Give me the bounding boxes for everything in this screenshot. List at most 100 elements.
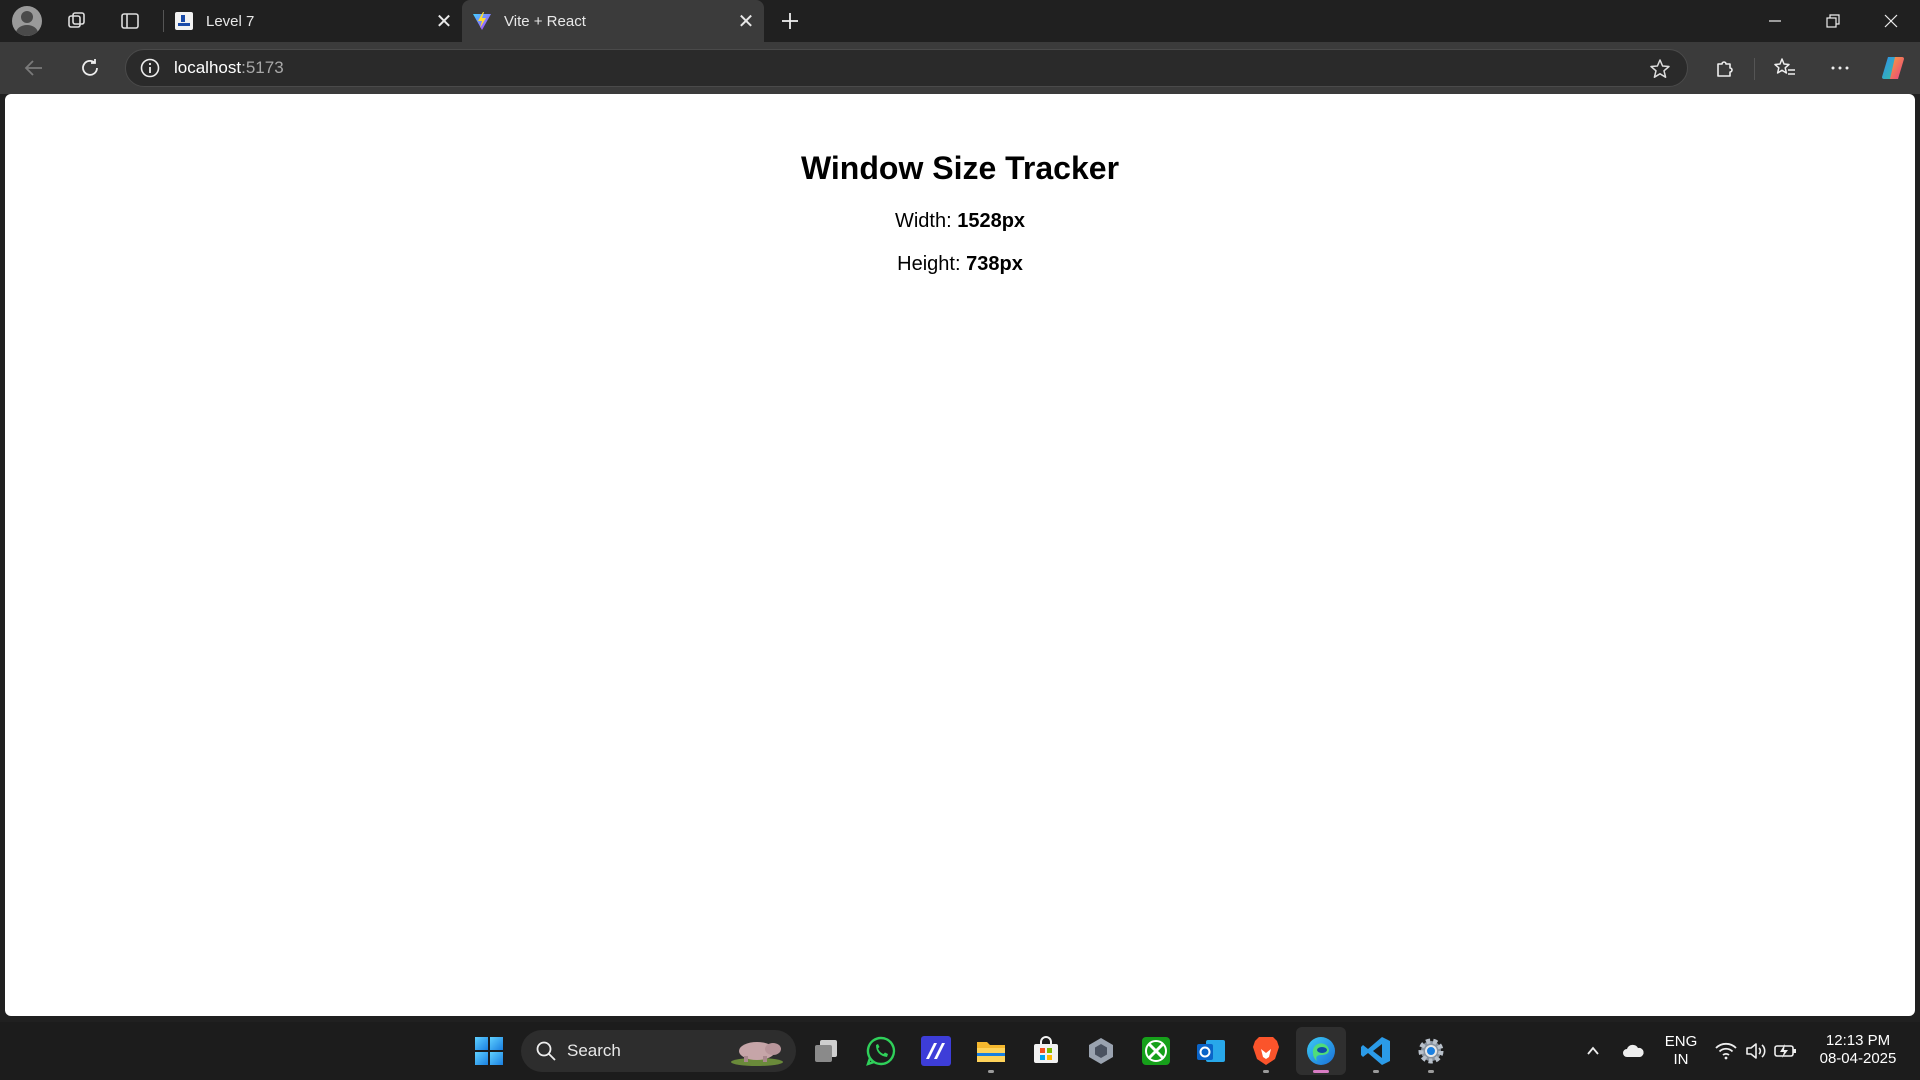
width-label: Width: <box>894 210 952 232</box>
back-arrow-icon <box>24 60 42 76</box>
wifi-icon <box>1715 1042 1737 1060</box>
new-tab-button[interactable] <box>770 0 810 42</box>
start-button[interactable] <box>464 1027 514 1075</box>
taskbar-file-explorer[interactable] <box>966 1027 1016 1075</box>
tab-strip: Level 7 ✕ Vite + React ✕ <box>0 0 1920 42</box>
more-options-button[interactable] <box>1820 50 1860 86</box>
restore-button[interactable] <box>1804 0 1862 42</box>
tab-vite-react[interactable]: Vite + React ✕ <box>462 0 764 42</box>
copilot-button[interactable] <box>1873 50 1913 86</box>
restore-icon <box>1826 14 1840 28</box>
windows-start-icon <box>475 1037 503 1065</box>
clock-date: 08-04-2025 <box>1819 1050 1897 1067</box>
more-dots-icon <box>1831 66 1849 70</box>
document-favicon-icon <box>175 12 193 30</box>
favorite-star-button[interactable] <box>1643 52 1677 86</box>
copilot-icon <box>1882 57 1904 79</box>
running-indicator <box>1263 1070 1269 1073</box>
cloud-icon <box>1623 1044 1644 1057</box>
tab-title: Vite + React <box>504 12 586 30</box>
taskbar-xbox[interactable] <box>1131 1027 1181 1075</box>
avatar-icon <box>12 6 42 36</box>
url-host: localhost <box>174 58 242 77</box>
running-indicator <box>988 1070 994 1073</box>
toolbar-separator <box>1754 58 1755 80</box>
taskbar-search-box[interactable]: Search <box>521 1030 796 1072</box>
minimize-icon <box>1769 20 1781 22</box>
region-code: IN <box>1673 1051 1689 1068</box>
taskbar-brave[interactable] <box>1241 1027 1291 1075</box>
active-indicator <box>1313 1070 1329 1073</box>
url-port: :5173 <box>241 58 284 77</box>
height-value: 738px <box>966 253 1023 275</box>
edge-icon <box>1307 1037 1335 1065</box>
favorites-button[interactable] <box>1765 50 1805 86</box>
network-button[interactable] <box>1713 1038 1739 1064</box>
taskbar-unity[interactable] <box>1076 1027 1126 1075</box>
taskbar-whatsapp[interactable] <box>856 1027 906 1075</box>
vertical-tabs-button[interactable] <box>108 0 152 42</box>
battery-button[interactable] <box>1773 1038 1799 1064</box>
whatsapp-icon <box>866 1036 896 1066</box>
taskbar-outlook[interactable] <box>1186 1027 1236 1075</box>
show-hidden-icons-button[interactable] <box>1580 1038 1606 1064</box>
speaker-icon <box>1746 1043 1766 1059</box>
vscode-icon <box>1361 1037 1390 1065</box>
chevron-up-icon <box>1587 1046 1599 1055</box>
tab-close-button[interactable]: ✕ <box>728 3 764 39</box>
unity-icon <box>1089 1038 1113 1064</box>
xbox-icon <box>1142 1037 1170 1065</box>
task-view-icon <box>815 1040 837 1062</box>
height-readout: Height: 738px <box>5 253 1915 276</box>
info-icon <box>140 58 160 78</box>
workspaces-button[interactable] <box>55 0 99 42</box>
outlook-icon <box>1197 1040 1225 1062</box>
tab-level-7[interactable]: Level 7 ✕ <box>164 0 462 42</box>
refresh-button[interactable] <box>70 50 110 86</box>
profile-avatar-button[interactable] <box>5 0 49 42</box>
page-viewport: Window Size Tracker Width: 1528px Height… <box>5 94 1915 1016</box>
visual-studio-icon <box>921 1036 951 1066</box>
store-icon <box>1034 1036 1058 1063</box>
taskbar-vscode[interactable] <box>1351 1027 1401 1075</box>
settings-gear-icon <box>1418 1038 1444 1064</box>
tab-close-button[interactable]: ✕ <box>426 3 462 39</box>
search-highlight-hippo-icon <box>731 1042 783 1066</box>
clock[interactable]: 12:13 PM 08-04-2025 <box>1808 1032 1908 1068</box>
star-icon <box>1650 59 1670 78</box>
folder-icon <box>977 1042 1005 1062</box>
taskbar: Search ENG IN 12:13 PM 08-04-2025 <box>0 1022 1920 1080</box>
language-indicator[interactable]: ENG IN <box>1660 1033 1702 1069</box>
site-info-button[interactable] <box>126 50 174 86</box>
width-value: 1528px <box>957 210 1026 232</box>
close-icon <box>1884 14 1898 28</box>
tab-actions-icon <box>121 13 139 29</box>
width-readout: Width: 1528px <box>5 210 1915 233</box>
onedrive-button[interactable] <box>1620 1038 1646 1064</box>
search-icon <box>536 1041 556 1061</box>
refresh-icon <box>82 59 98 76</box>
taskbar-microsoft-store[interactable] <box>1021 1027 1071 1075</box>
taskbar-visual-studio[interactable] <box>911 1027 961 1075</box>
taskbar-edge[interactable] <box>1296 1027 1346 1075</box>
language-code: ENG <box>1664 1033 1698 1050</box>
vite-favicon-icon <box>473 12 491 30</box>
page-title: Window Size Tracker <box>800 150 1120 186</box>
minimize-button[interactable] <box>1746 0 1804 42</box>
height-label: Height: <box>897 253 961 275</box>
favorites-list-icon <box>1774 58 1795 75</box>
extensions-puzzle-icon <box>1717 61 1733 77</box>
volume-button[interactable] <box>1743 1038 1769 1064</box>
close-window-button[interactable] <box>1862 0 1920 42</box>
extensions-button[interactable] <box>1705 50 1745 86</box>
browser-toolbar: localhost:5173 <box>0 42 1920 94</box>
brave-lion-icon <box>1253 1037 1279 1065</box>
taskbar-settings[interactable] <box>1406 1027 1456 1075</box>
address-bar[interactable]: localhost:5173 <box>125 49 1688 87</box>
taskbar-task-view[interactable] <box>801 1027 851 1075</box>
back-button[interactable] <box>14 50 54 86</box>
running-indicator <box>1428 1070 1434 1073</box>
workspaces-icon <box>68 12 85 28</box>
battery-charging-icon <box>1774 1044 1796 1058</box>
tab-title: Level 7 <box>206 12 255 30</box>
